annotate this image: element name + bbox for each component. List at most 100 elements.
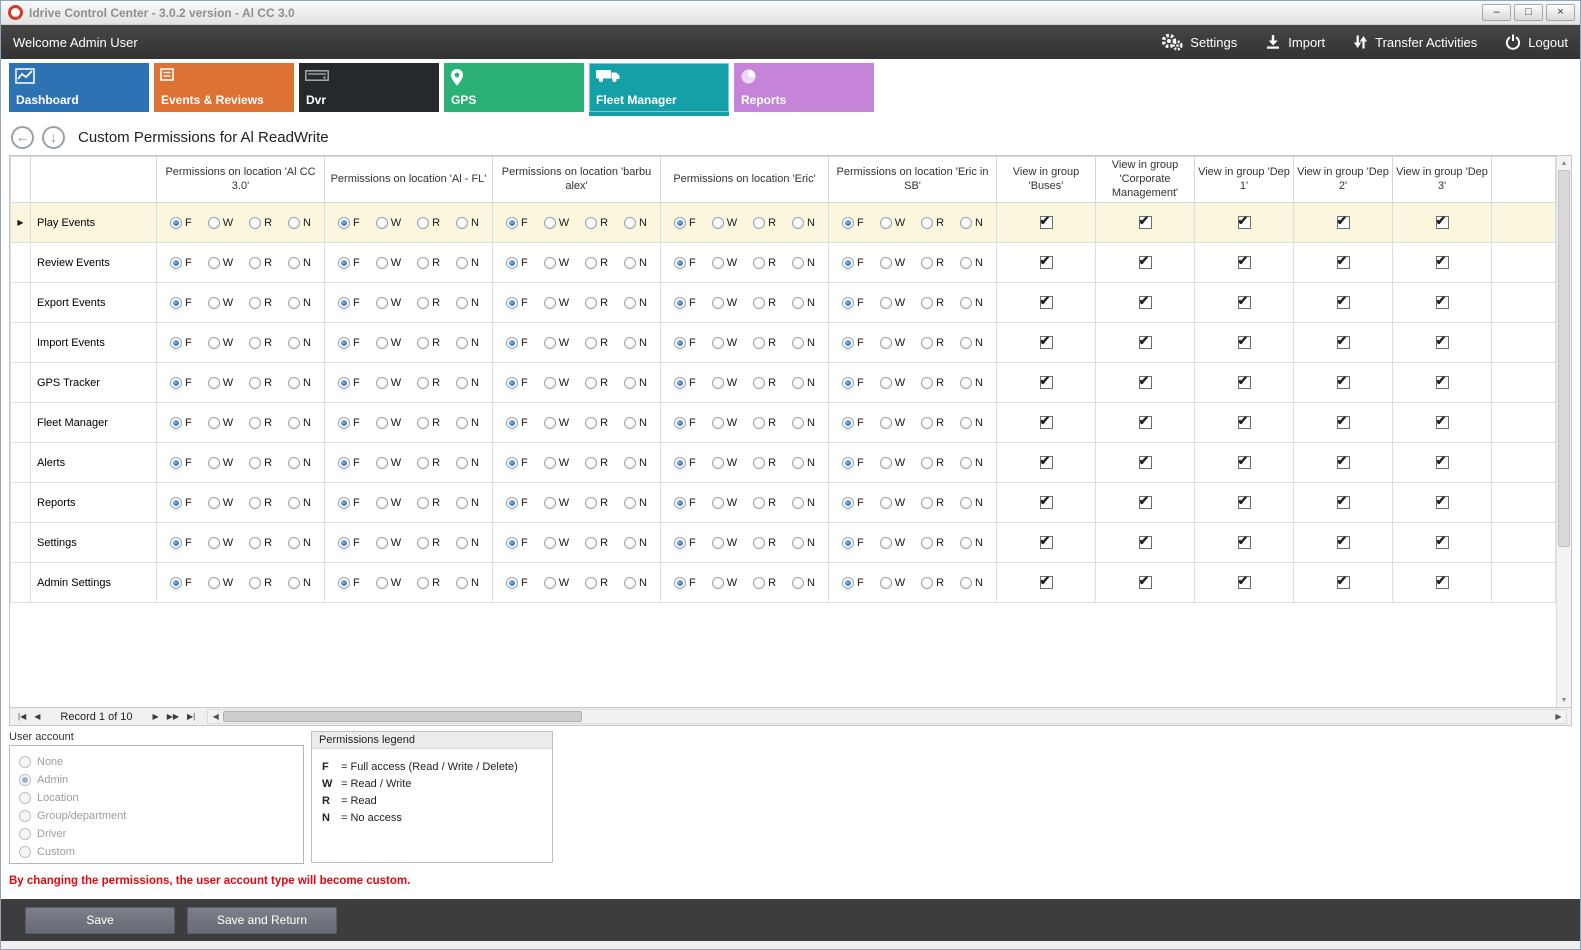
- permission-radio-F[interactable]: F: [842, 577, 864, 589]
- permission-radio-N[interactable]: N: [792, 297, 815, 309]
- permission-radio-N[interactable]: N: [960, 377, 983, 389]
- group-view-checkbox[interactable]: [1337, 256, 1350, 269]
- group-view-checkbox[interactable]: [1040, 456, 1053, 469]
- permission-radio-R[interactable]: R: [585, 297, 608, 309]
- permission-radio-N[interactable]: N: [792, 337, 815, 349]
- permission-radio-W[interactable]: W: [880, 537, 905, 549]
- permission-radio-N[interactable]: N: [288, 377, 311, 389]
- permission-radio-F[interactable]: F: [170, 297, 192, 309]
- permission-radio-F[interactable]: F: [842, 537, 864, 549]
- permission-radio-F[interactable]: F: [170, 217, 192, 229]
- permission-radio-R[interactable]: R: [753, 537, 776, 549]
- permission-radio-N[interactable]: N: [288, 457, 311, 469]
- row-indicator[interactable]: [11, 563, 31, 603]
- permission-radio-F[interactable]: F: [842, 337, 864, 349]
- group-column-header[interactable]: View in group 'Dep 1': [1195, 157, 1294, 203]
- permission-radio-N[interactable]: N: [456, 297, 479, 309]
- permission-radio-R[interactable]: R: [417, 417, 440, 429]
- permission-radio-W[interactable]: W: [544, 257, 569, 269]
- permission-radio-F[interactable]: F: [338, 217, 360, 229]
- scroll-up-icon[interactable]: ▲: [1557, 156, 1571, 170]
- permission-radio-W[interactable]: W: [712, 377, 737, 389]
- permission-radio-N[interactable]: N: [960, 337, 983, 349]
- permission-radio-W[interactable]: W: [376, 497, 401, 509]
- maximize-button[interactable]: □: [1514, 4, 1543, 21]
- permission-radio-F[interactable]: F: [674, 297, 696, 309]
- permission-radio-F[interactable]: F: [842, 297, 864, 309]
- row-indicator[interactable]: [11, 523, 31, 563]
- permission-radio-W[interactable]: W: [880, 497, 905, 509]
- vscrollbar-track[interactable]: [1557, 170, 1571, 693]
- group-view-checkbox[interactable]: [1337, 416, 1350, 429]
- permission-radio-W[interactable]: W: [544, 417, 569, 429]
- permission-radio-F[interactable]: F: [506, 457, 528, 469]
- group-view-checkbox[interactable]: [1139, 416, 1152, 429]
- permission-radio-W[interactable]: W: [376, 257, 401, 269]
- logout-button[interactable]: Logout: [1505, 34, 1568, 50]
- permission-radio-W[interactable]: W: [880, 457, 905, 469]
- permission-radio-W[interactable]: W: [376, 217, 401, 229]
- location-column-header[interactable]: Permissions on location 'Al - FL': [325, 157, 493, 203]
- scroll-right-icon[interactable]: ▶: [1551, 712, 1566, 721]
- group-view-checkbox[interactable]: [1139, 536, 1152, 549]
- permission-radio-R[interactable]: R: [585, 417, 608, 429]
- permission-radio-R[interactable]: R: [753, 457, 776, 469]
- permission-radio-R[interactable]: R: [921, 217, 944, 229]
- permission-radio-F[interactable]: F: [506, 257, 528, 269]
- permission-radio-W[interactable]: W: [376, 457, 401, 469]
- group-view-checkbox[interactable]: [1238, 376, 1251, 389]
- settings-button[interactable]: Settings: [1161, 33, 1237, 51]
- location-column-header[interactable]: Permissions on location 'Eric': [661, 157, 829, 203]
- permission-radio-N[interactable]: N: [792, 217, 815, 229]
- group-view-checkbox[interactable]: [1139, 296, 1152, 309]
- permission-radio-W[interactable]: W: [712, 497, 737, 509]
- permission-radio-N[interactable]: N: [288, 577, 311, 589]
- permission-radio-F[interactable]: F: [338, 337, 360, 349]
- permission-radio-N[interactable]: N: [792, 497, 815, 509]
- permission-radio-W[interactable]: W: [208, 537, 233, 549]
- permission-radio-F[interactable]: F: [842, 497, 864, 509]
- permission-radio-R[interactable]: R: [249, 537, 272, 549]
- permission-radio-R[interactable]: R: [249, 497, 272, 509]
- group-view-checkbox[interactable]: [1238, 496, 1251, 509]
- permission-radio-N[interactable]: N: [288, 537, 311, 549]
- permission-radio-R[interactable]: R: [417, 257, 440, 269]
- permission-radio-R[interactable]: R: [585, 377, 608, 389]
- permission-radio-R[interactable]: R: [249, 417, 272, 429]
- group-view-checkbox[interactable]: [1337, 496, 1350, 509]
- group-view-checkbox[interactable]: [1436, 456, 1449, 469]
- permission-radio-N[interactable]: N: [624, 457, 647, 469]
- group-view-checkbox[interactable]: [1040, 536, 1053, 549]
- permission-radio-W[interactable]: W: [880, 417, 905, 429]
- tab-gps[interactable]: GPS: [444, 63, 584, 112]
- location-column-header[interactable]: Permissions on location 'barbu alex': [493, 157, 661, 203]
- permission-radio-W[interactable]: W: [712, 577, 737, 589]
- minimize-button[interactable]: –: [1482, 4, 1511, 21]
- permission-radio-F[interactable]: F: [506, 537, 528, 549]
- permission-radio-N[interactable]: N: [960, 417, 983, 429]
- group-view-checkbox[interactable]: [1436, 416, 1449, 429]
- permission-radio-R[interactable]: R: [921, 417, 944, 429]
- permission-radio-W[interactable]: W: [880, 217, 905, 229]
- group-view-checkbox[interactable]: [1337, 296, 1350, 309]
- group-view-checkbox[interactable]: [1436, 336, 1449, 349]
- permission-radio-R[interactable]: R: [585, 577, 608, 589]
- permission-radio-F[interactable]: F: [170, 457, 192, 469]
- collapse-button[interactable]: ↓: [42, 126, 65, 149]
- permission-radio-R[interactable]: R: [417, 537, 440, 549]
- permission-radio-F[interactable]: F: [170, 337, 192, 349]
- permission-radio-W[interactable]: W: [208, 417, 233, 429]
- permission-radio-W[interactable]: W: [544, 297, 569, 309]
- permission-radio-R[interactable]: R: [753, 417, 776, 429]
- permission-radio-R[interactable]: R: [417, 377, 440, 389]
- permission-radio-R[interactable]: R: [417, 337, 440, 349]
- permission-radio-F[interactable]: F: [338, 417, 360, 429]
- permission-radio-N[interactable]: N: [456, 257, 479, 269]
- permission-radio-W[interactable]: W: [208, 337, 233, 349]
- hscrollbar-track[interactable]: [223, 710, 1551, 723]
- permission-radio-R[interactable]: R: [249, 377, 272, 389]
- permission-radio-F[interactable]: F: [674, 457, 696, 469]
- permission-radio-W[interactable]: W: [712, 217, 737, 229]
- permission-radio-F[interactable]: F: [674, 217, 696, 229]
- permission-radio-R[interactable]: R: [921, 337, 944, 349]
